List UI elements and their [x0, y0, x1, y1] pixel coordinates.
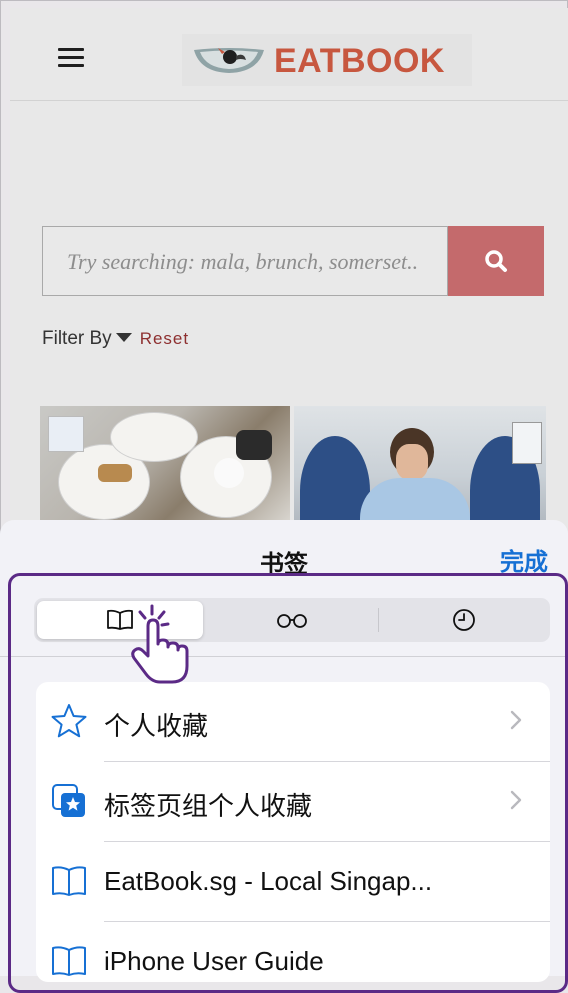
clock-icon	[453, 609, 475, 631]
glasses-icon	[277, 614, 307, 628]
menu-icon[interactable]	[58, 48, 84, 67]
tab-history[interactable]	[381, 601, 547, 639]
search-button[interactable]	[448, 226, 544, 296]
webpage: EATBOOK Try searching: mala, brunch, som…	[10, 8, 568, 608]
site-header: EATBOOK	[10, 8, 568, 101]
filter-bar: Filter By Reset	[42, 328, 189, 350]
tab-reading-list[interactable]	[209, 601, 375, 639]
list-item-favorites[interactable]: 个人收藏	[36, 682, 550, 762]
done-button[interactable]: 完成	[500, 542, 548, 577]
bowl-logo-icon	[194, 48, 264, 73]
segment-divider	[378, 608, 379, 632]
list-item-tab-group-favorites[interactable]: 标签页组个人收藏	[36, 762, 550, 842]
bookmarks-segmented-control	[34, 598, 550, 642]
search-placeholder: Try searching: mala, brunch, somerset..	[67, 249, 419, 274]
article-thumbnails	[40, 406, 546, 526]
chevron-right-icon	[510, 710, 522, 730]
logo-text: EATBOOK	[274, 42, 445, 80]
search-input[interactable]: Try searching: mala, brunch, somerset..	[42, 226, 448, 296]
book-icon	[52, 866, 86, 896]
header-separator	[0, 656, 568, 657]
event-photo[interactable]	[294, 406, 546, 522]
sheet-title: 书签	[260, 551, 308, 578]
bookmarks-sheet: 书签 完成 个人收藏 标签页组个人收藏 EatBook.sg - Local S…	[0, 520, 568, 982]
bookmarks-list: 个人收藏 标签页组个人收藏 EatBook.sg - Local Singap.…	[36, 682, 550, 982]
tap-hand-icon	[131, 604, 189, 684]
search-icon	[485, 250, 507, 272]
site-logo[interactable]: EATBOOK	[182, 34, 472, 86]
book-icon	[52, 946, 86, 976]
list-item-label: 个人收藏	[104, 711, 209, 741]
caret-down-icon[interactable]	[115, 333, 132, 342]
list-item-label: iPhone User Guide	[104, 946, 324, 976]
reset-link[interactable]: Reset	[140, 329, 189, 348]
food-photo[interactable]	[40, 406, 290, 522]
star-icon	[51, 704, 87, 738]
list-item-bookmark-iphone-guide[interactable]: iPhone User Guide	[36, 922, 550, 982]
list-item-label: 标签页组个人收藏	[104, 791, 313, 821]
search-bar: Try searching: mala, brunch, somerset..	[42, 226, 544, 298]
filter-label: Filter By	[42, 328, 112, 349]
list-item-bookmark-eatbook[interactable]: EatBook.sg - Local Singap...	[36, 842, 550, 922]
tab-group-star-icon	[52, 784, 85, 817]
chevron-right-icon	[510, 790, 522, 810]
list-item-label: EatBook.sg - Local Singap...	[104, 866, 433, 896]
